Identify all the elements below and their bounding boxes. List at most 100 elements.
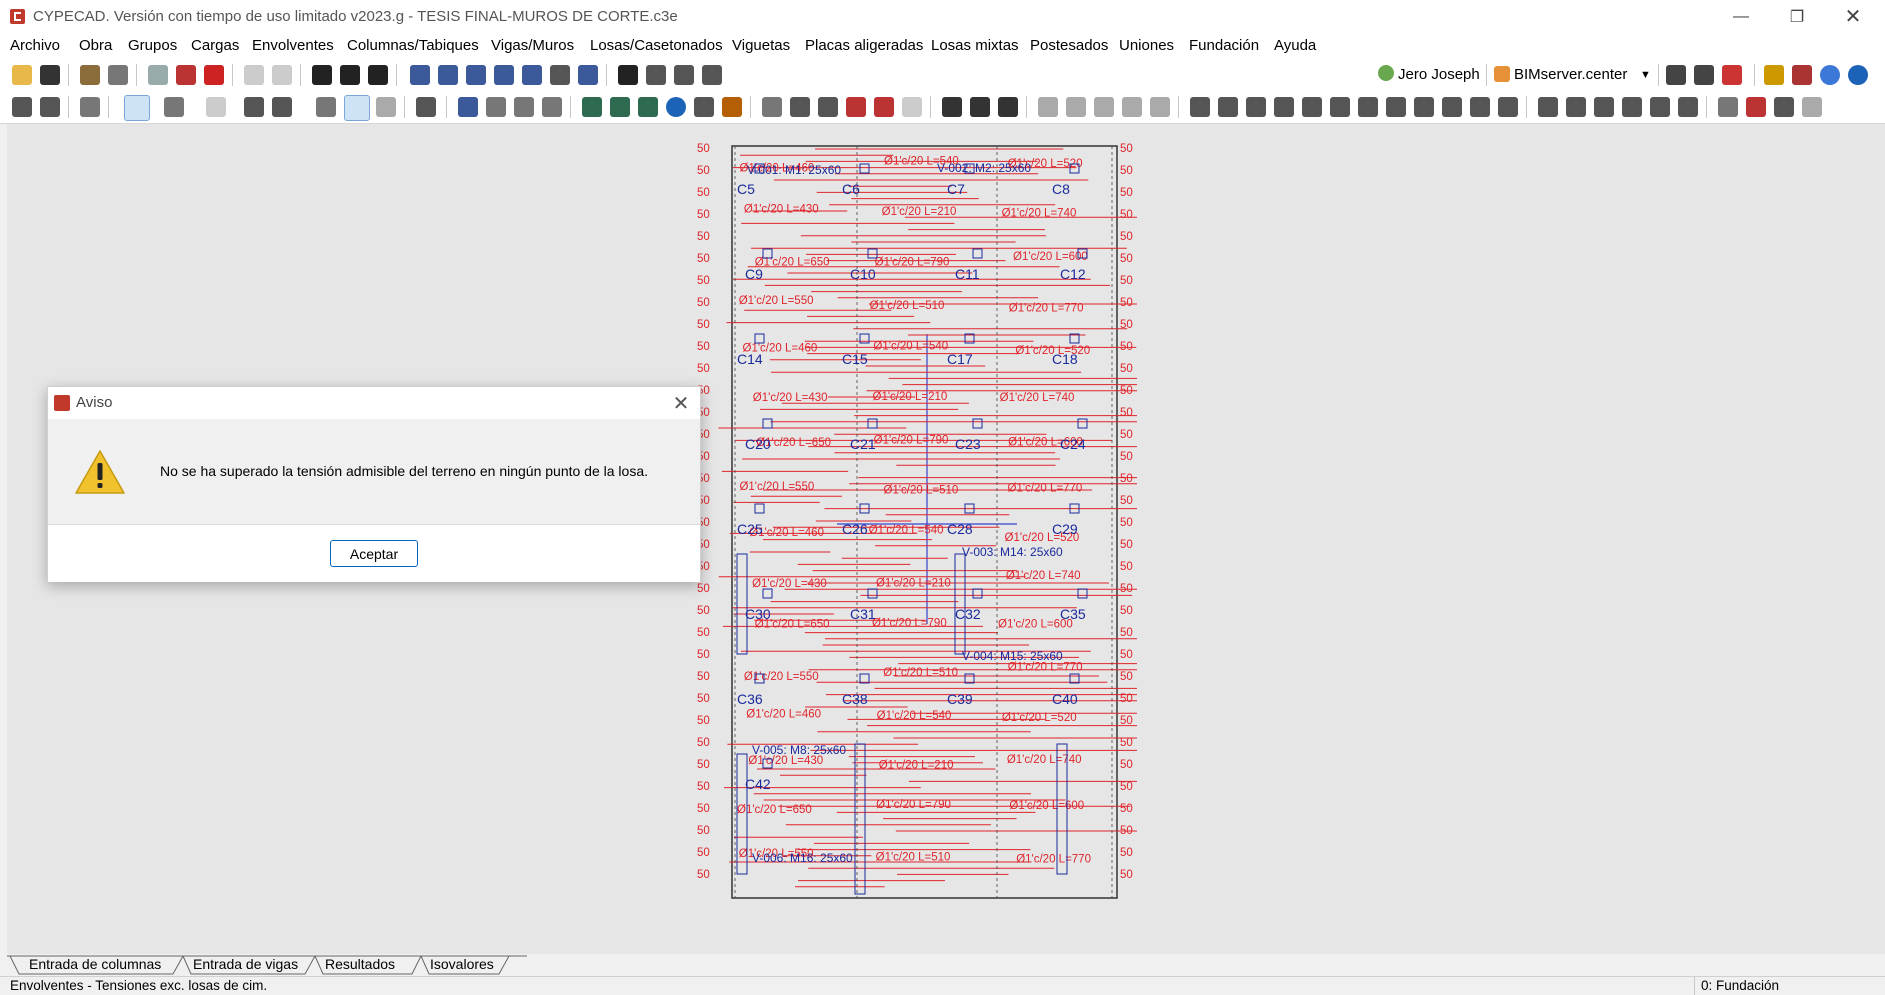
loads-icon[interactable] xyxy=(344,95,370,121)
box-outline-icon[interactable] xyxy=(272,97,292,117)
ruler-icon[interactable] xyxy=(902,97,922,117)
web-help-icon[interactable] xyxy=(1848,65,1868,85)
tool-o-icon[interactable] xyxy=(1442,97,1462,117)
line-icon[interactable] xyxy=(582,97,602,117)
menu-viguetas[interactable]: Viguetas xyxy=(732,37,790,54)
grid-icon[interactable] xyxy=(610,97,630,117)
deflection-icon[interactable] xyxy=(874,97,894,117)
tool-t-icon[interactable] xyxy=(1594,97,1614,117)
stress-icon[interactable] xyxy=(846,97,866,117)
foundation-plan[interactable]: Ø1'c/20 L=460 Ø1'c/20 L=540 Ø1'c/20 L=520 Ø… xyxy=(697,124,1147,914)
tool-d-icon[interactable] xyxy=(1122,97,1142,117)
user-name[interactable]: Jero Joseph xyxy=(1398,66,1480,83)
minimize-icon[interactable]: — xyxy=(1713,0,1769,33)
layers-toggle-icon[interactable] xyxy=(1774,97,1794,117)
close-icon[interactable]: ✕ xyxy=(1825,0,1881,33)
menu-uniones[interactable]: Uniones xyxy=(1119,37,1174,54)
tab-entrada-de-vigas[interactable]: Entrada de vigas xyxy=(193,956,298,972)
table-icon[interactable] xyxy=(942,97,962,117)
tool-l-icon[interactable] xyxy=(1358,97,1378,117)
fire-icon[interactable] xyxy=(206,97,226,117)
help-icon[interactable] xyxy=(1820,65,1840,85)
settings-icon[interactable] xyxy=(108,65,128,85)
redo-icon[interactable] xyxy=(272,65,292,85)
slab-icon[interactable] xyxy=(416,97,436,117)
list-icon[interactable] xyxy=(998,97,1018,117)
foundation-icon[interactable] xyxy=(376,97,396,117)
wall-icon[interactable] xyxy=(514,97,534,117)
tool-s-icon[interactable] xyxy=(1566,97,1586,117)
measure-icon[interactable] xyxy=(702,65,722,85)
view-icon[interactable] xyxy=(618,65,638,85)
tool-r-icon[interactable] xyxy=(1538,97,1558,117)
eye-icon[interactable] xyxy=(1718,97,1738,117)
redraw-icon[interactable] xyxy=(578,65,598,85)
wand-icon[interactable] xyxy=(316,97,336,117)
menu-ayuda[interactable]: Ayuda xyxy=(1274,37,1316,54)
info-icon[interactable] xyxy=(666,97,686,117)
exit-icon[interactable] xyxy=(1792,65,1812,85)
tab-isovalores[interactable]: Isovalores xyxy=(430,956,494,972)
color-icon[interactable] xyxy=(1746,97,1766,117)
bimserver-dropdown[interactable]: BIMserver.center xyxy=(1514,66,1627,83)
draw-icon[interactable] xyxy=(80,97,100,117)
axes-icon[interactable] xyxy=(646,65,666,85)
zoom-previous-icon[interactable] xyxy=(522,65,542,85)
arrow-up-icon[interactable] xyxy=(312,65,332,85)
matrix-icon[interactable] xyxy=(970,97,990,117)
tool-e-icon[interactable] xyxy=(1150,97,1170,117)
tool-m-icon[interactable] xyxy=(1386,97,1406,117)
update-icon[interactable] xyxy=(1764,65,1784,85)
bim-model-icon[interactable] xyxy=(1666,65,1686,85)
menu-postesados[interactable]: Postesados xyxy=(1030,37,1108,54)
menu-vigas-muros[interactable]: Vigas/Muros xyxy=(491,37,574,54)
zoom-window-icon[interactable] xyxy=(410,65,430,85)
print-icon[interactable] xyxy=(148,65,168,85)
layers-icon[interactable] xyxy=(124,95,150,121)
menu-losas-mixtas[interactable]: Losas mixtas xyxy=(931,37,1019,54)
drawing-canvas[interactable]: Ø1'c/20 L=460 Ø1'c/20 L=540 Ø1'c/20 L=520 Ø… xyxy=(7,124,1885,954)
export-icon[interactable] xyxy=(1722,65,1742,85)
menu-archivo[interactable]: Archivo xyxy=(10,37,60,54)
beam-icon[interactable] xyxy=(458,97,478,117)
undo-icon[interactable] xyxy=(244,65,264,85)
tool-a-icon[interactable] xyxy=(1038,97,1058,117)
diagram-icon[interactable] xyxy=(790,97,810,117)
chevron-down-icon[interactable]: ▼ xyxy=(1640,69,1651,81)
section-icon[interactable] xyxy=(694,97,714,117)
tool-c-icon[interactable] xyxy=(1094,97,1114,117)
close-icon[interactable]: ✕ xyxy=(670,391,692,416)
menu-obra[interactable]: Obra xyxy=(79,37,112,54)
menu-columnas-tabiques[interactable]: Columnas/Tabiques xyxy=(347,37,479,54)
magnet-icon[interactable] xyxy=(204,65,224,85)
pan-hand-icon[interactable] xyxy=(550,65,570,85)
bim-sync-icon[interactable] xyxy=(1694,65,1714,85)
zoom-in-icon[interactable] xyxy=(438,65,458,85)
restore-icon[interactable]: ❐ xyxy=(1769,0,1825,33)
hatch-icon[interactable] xyxy=(638,97,658,117)
tool-g-icon[interactable] xyxy=(1218,97,1238,117)
tag-icon[interactable] xyxy=(164,97,184,117)
zoom-all-icon[interactable] xyxy=(494,65,514,85)
floors-icon[interactable] xyxy=(340,65,360,85)
tool-w-icon[interactable] xyxy=(1678,97,1698,117)
open-folder-icon[interactable] xyxy=(12,65,32,85)
tool-h-icon[interactable] xyxy=(1246,97,1266,117)
envelope-icon[interactable] xyxy=(818,97,838,117)
menu-fundacion[interactable]: Fundación xyxy=(1189,37,1259,54)
arrow-down-icon[interactable] xyxy=(368,65,388,85)
menu-losas-casetonados[interactable]: Losas/Casetonados xyxy=(590,37,723,54)
tool-p-icon[interactable] xyxy=(1470,97,1490,117)
plans-icon[interactable] xyxy=(176,65,196,85)
edit-icon[interactable] xyxy=(12,97,32,117)
cross-icon[interactable] xyxy=(542,97,562,117)
tool-i-icon[interactable] xyxy=(1274,97,1294,117)
zoom-out-icon[interactable] xyxy=(466,65,486,85)
tools-icon[interactable] xyxy=(80,65,100,85)
menu-placas-aligeradas[interactable]: Placas aligeradas xyxy=(805,37,923,54)
tool-v-icon[interactable] xyxy=(1650,97,1670,117)
menu-grupos[interactable]: Grupos xyxy=(128,37,177,54)
columns-icon[interactable] xyxy=(1802,97,1822,117)
tool-q-icon[interactable] xyxy=(1498,97,1518,117)
save-icon[interactable] xyxy=(40,65,60,85)
